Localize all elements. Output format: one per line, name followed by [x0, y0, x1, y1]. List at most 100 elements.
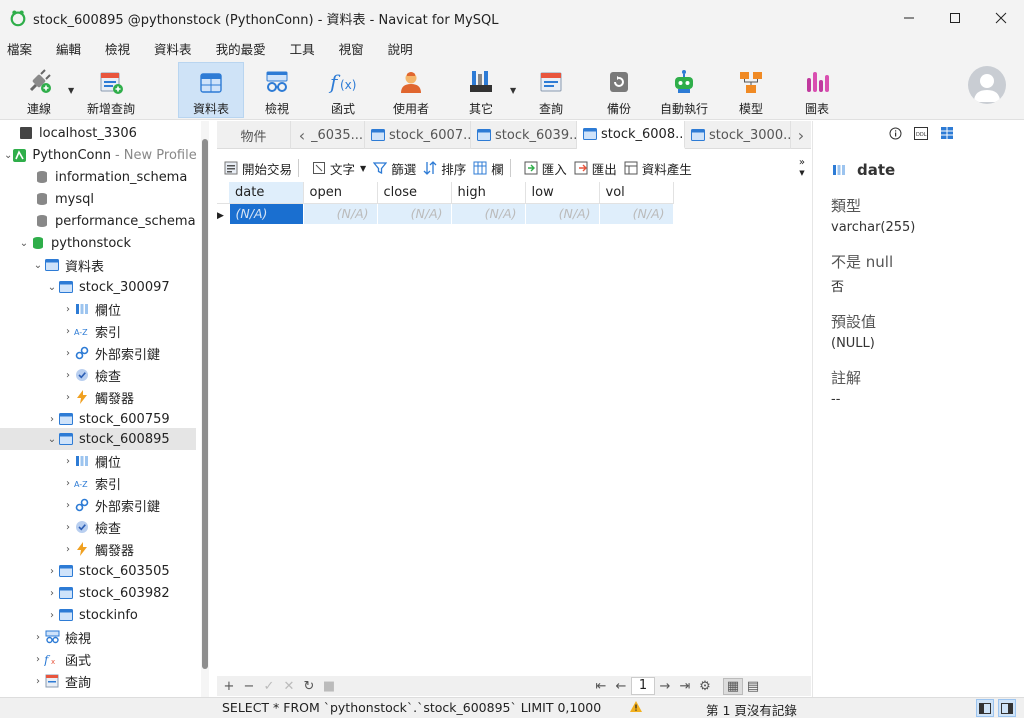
ddl-icon[interactable]: DDL: [914, 126, 928, 144]
tree-item-checks[interactable]: › 檢查: [0, 364, 196, 386]
right-panel-toggle-icon[interactable]: [998, 699, 1016, 717]
tree-item-checks[interactable]: › 檢查: [0, 516, 196, 538]
new-query-button[interactable]: 新增查詢: [82, 62, 140, 118]
text-button[interactable]: 文字 ▼: [311, 159, 366, 178]
tree-item-stock-600759[interactable]: › stock_600759: [0, 408, 196, 430]
minimize-button[interactable]: [886, 0, 932, 36]
data-generation-button[interactable]: 資料產生: [623, 159, 692, 178]
other-dropdown-icon[interactable]: ▼: [510, 86, 516, 95]
overflow-button[interactable]: » ▼: [799, 158, 805, 178]
add-record-icon[interactable]: +: [219, 679, 239, 694]
table-cell[interactable]: (N/A): [377, 203, 452, 224]
scrollbar-thumb[interactable]: [202, 139, 208, 669]
tree-item-tables[interactable]: ⌄ 資料表: [0, 254, 196, 276]
automation-button[interactable]: 自動執行: [654, 62, 714, 118]
model-button[interactable]: 模型: [728, 62, 774, 118]
chevron-down-icon[interactable]: ⌄: [32, 259, 44, 271]
grid-view-icon[interactable]: ▦: [723, 677, 743, 695]
tree-item-stockinfo[interactable]: › stockinfo: [0, 604, 196, 626]
tree-item-performance-schema[interactable]: performance_schema: [0, 210, 196, 232]
column-header[interactable]: open: [303, 182, 378, 204]
tree-item-fields[interactable]: › 欄位: [0, 450, 196, 472]
column-header[interactable]: close: [377, 182, 452, 204]
tree-item-information-schema[interactable]: information_schema: [0, 166, 196, 188]
next-page-icon[interactable]: →: [655, 679, 675, 694]
tab-stock-6039[interactable]: stock_6039...: [471, 121, 577, 149]
tree-item-stock-600895[interactable]: ⌄ stock_600895: [0, 428, 196, 450]
last-page-icon[interactable]: ⇥: [675, 679, 695, 694]
tree-item-functions[interactable]: › fx 函式: [0, 648, 196, 670]
menu-file[interactable]: 檔案: [0, 39, 45, 58]
chevron-down-icon[interactable]: ⌄: [46, 433, 58, 445]
tree-item-pythonstock[interactable]: ⌄ pythonstock: [0, 232, 196, 254]
info-icon[interactable]: [889, 127, 902, 144]
tree-item-foreign-keys[interactable]: › 外部索引鍵: [0, 494, 196, 516]
column-header[interactable]: low: [525, 182, 600, 204]
backup-button[interactable]: 備份: [596, 62, 642, 118]
chevron-down-icon[interactable]: ⌄: [46, 281, 58, 293]
first-page-icon[interactable]: ⇤: [591, 679, 611, 694]
table-cell[interactable]: (N/A): [303, 203, 378, 224]
chart-button[interactable]: 圖表: [794, 62, 840, 118]
tree-item-stock-603982[interactable]: › stock_603982: [0, 582, 196, 604]
chevron-right-icon[interactable]: ›: [62, 477, 74, 489]
refresh-icon[interactable]: ↻: [299, 679, 319, 694]
chevron-down-icon[interactable]: ⌄: [18, 237, 30, 249]
tab-stock-6007[interactable]: stock_6007...: [365, 121, 471, 149]
chevron-down-icon[interactable]: ⌄: [4, 149, 12, 161]
chevron-right-icon[interactable]: ›: [62, 325, 74, 337]
tree-item-triggers[interactable]: › 觸發器: [0, 386, 196, 408]
delete-record-icon[interactable]: −: [239, 679, 259, 694]
menu-tools[interactable]: 工具: [283, 39, 328, 58]
table-cell[interactable]: (N/A): [229, 203, 304, 224]
page-number-input[interactable]: 1: [631, 677, 655, 695]
table-button[interactable]: 資料表: [178, 62, 244, 118]
settings-icon[interactable]: ⚙: [695, 679, 715, 694]
import-button[interactable]: 匯入: [523, 159, 567, 178]
chevron-right-icon[interactable]: ›: [46, 587, 58, 599]
connect-button[interactable]: 連線: [14, 62, 64, 118]
chevron-right-icon[interactable]: ›: [46, 413, 58, 425]
tree-item-mysql[interactable]: mysql: [0, 188, 196, 210]
function-button[interactable]: f (x) 函式: [320, 62, 366, 118]
tab-objects[interactable]: 物件: [217, 121, 291, 149]
chevron-right-icon[interactable]: ›: [32, 631, 44, 643]
sort-button[interactable]: 排序: [422, 159, 466, 178]
columns-button[interactable]: 欄: [472, 159, 504, 178]
table-cell[interactable]: (N/A): [599, 203, 674, 224]
field-detail-icon[interactable]: [940, 126, 954, 144]
begin-transaction-button[interactable]: 開始交易: [223, 159, 292, 178]
tree-item-queries[interactable]: › 查詢: [0, 670, 196, 692]
chevron-right-icon[interactable]: ›: [62, 347, 74, 359]
tree-item-indexes[interactable]: › A-Z 索引: [0, 320, 196, 342]
chevron-right-icon[interactable]: ›: [46, 565, 58, 577]
table-cell[interactable]: (N/A): [525, 203, 600, 224]
left-panel-toggle-icon[interactable]: [976, 699, 994, 717]
tree-item-indexes[interactable]: › A-Z 索引: [0, 472, 196, 494]
user-button[interactable]: 使用者: [388, 62, 434, 118]
avatar[interactable]: [968, 66, 1006, 104]
connect-dropdown-icon[interactable]: ▼: [68, 86, 74, 95]
tree-item-localhost[interactable]: localhost_3306: [0, 122, 196, 144]
chevron-right-icon[interactable]: ›: [62, 391, 74, 403]
chevron-right-icon[interactable]: ›: [62, 369, 74, 381]
tree-item-pythonconn[interactable]: ⌄ PythonConn - New Profile: [0, 144, 197, 166]
other-button[interactable]: 其它: [458, 62, 504, 118]
column-header[interactable]: high: [451, 182, 526, 204]
export-button[interactable]: 匯出: [573, 159, 617, 178]
menu-edit[interactable]: 編輯: [49, 39, 94, 58]
query-button[interactable]: 查詢: [528, 62, 574, 118]
discard-changes-icon[interactable]: ✕: [279, 679, 299, 694]
chevron-right-icon[interactable]: ›: [62, 455, 74, 467]
tab-stock-6035[interactable]: _6035...: [311, 121, 365, 149]
chevron-right-icon[interactable]: ›: [46, 609, 58, 621]
menu-table[interactable]: 資料表: [147, 39, 205, 58]
apply-changes-icon[interactable]: ✓: [259, 679, 279, 694]
tree-item-stock-300097[interactable]: ⌄ stock_300097: [0, 276, 196, 298]
menu-help[interactable]: 說明: [381, 39, 426, 58]
tree-scrollbar[interactable]: [201, 121, 209, 697]
tree-item-stock-603505[interactable]: › stock_603505: [0, 560, 196, 582]
tab-scroll-left[interactable]: ‹: [293, 121, 311, 149]
tab-stock-6008[interactable]: stock_6008...: [577, 121, 685, 149]
view-button[interactable]: 檢視: [254, 62, 300, 118]
